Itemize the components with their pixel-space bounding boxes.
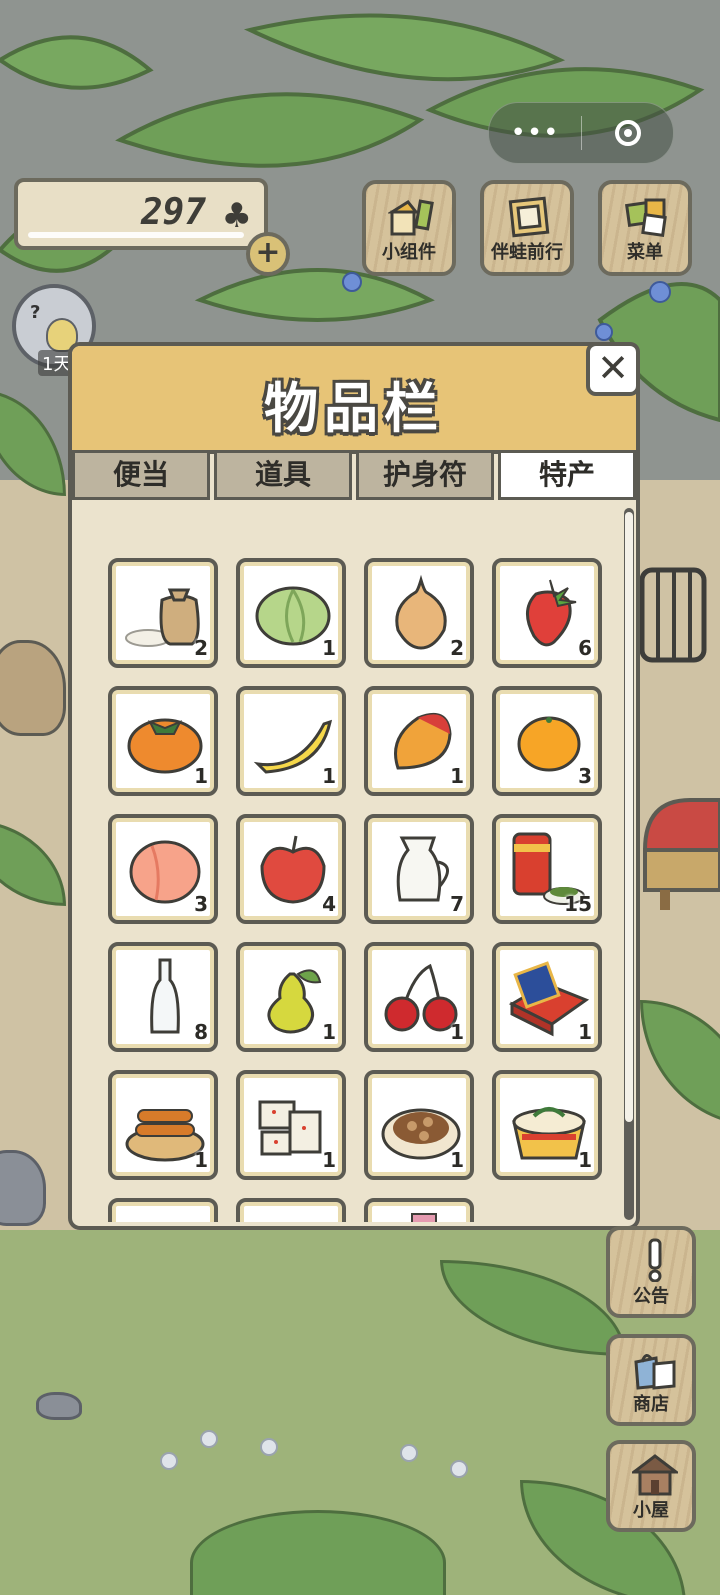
item-quantity: 1: [450, 1148, 464, 1172]
item-slot[interactable]: 2: [364, 558, 474, 668]
item-slot[interactable]: 1: [364, 686, 474, 796]
flower-decoration: [200, 1430, 218, 1448]
house-label: 小屋: [633, 1500, 669, 1521]
house-button[interactable]: 小屋: [606, 1440, 696, 1532]
item-quantity: 1: [578, 1020, 592, 1044]
menu-icon: [625, 198, 667, 237]
inventory-scrollbar[interactable]: [624, 508, 634, 1220]
menu-label: 菜单: [627, 242, 663, 263]
inventory-title: 物品栏: [264, 377, 444, 440]
item-slot[interactable]: [364, 1198, 474, 1222]
clover-icon: ♣: [221, 196, 252, 236]
item-quantity: 1: [322, 636, 336, 660]
notice-button[interactable]: 公告: [606, 1226, 696, 1318]
close-inventory-button[interactable]: ✕: [586, 342, 640, 396]
flower-decoration: [450, 1460, 468, 1478]
item-quantity: 1: [450, 764, 464, 788]
item-quantity: 15: [564, 892, 592, 916]
item-slot[interactable]: 7: [364, 814, 474, 924]
scrollbar-thumb[interactable]: [625, 512, 633, 1122]
shop-button[interactable]: 商店: [606, 1334, 696, 1426]
item-slot[interactable]: 1: [108, 1070, 218, 1180]
item-quantity: 1: [322, 1020, 336, 1044]
rock: [36, 1392, 82, 1420]
inventory-header: 物品栏: [72, 346, 636, 454]
inventory-panel: 物品栏 便当 道具 护身符 特产 2 1 2 6 1 1 1 3 3 4 7 1…: [68, 342, 640, 1230]
item-quantity: 2: [194, 636, 208, 660]
item-slot[interactable]: [108, 1198, 218, 1222]
item-slot[interactable]: 1: [492, 1070, 602, 1180]
tab-bento[interactable]: 便当: [72, 450, 210, 500]
widget-icon: [388, 199, 434, 236]
item-grid: 2 1 2 6 1 1 1 3 3 4 7 15 8 1 1 1 1 1 1 1: [108, 558, 608, 1222]
counter-bar: [28, 232, 244, 238]
item-slot[interactable]: 8: [108, 942, 218, 1052]
exclamation-icon: [648, 1238, 662, 1282]
flower-decoration: [260, 1438, 278, 1456]
widget-button[interactable]: 小组件: [362, 180, 456, 276]
clover-count: 297: [140, 192, 206, 233]
travel-with-frog-button[interactable]: 伴蛙前行: [480, 180, 574, 276]
item-quantity: 1: [194, 764, 208, 788]
item-slot[interactable]: 3: [492, 686, 602, 796]
notice-label: 公告: [633, 1286, 669, 1307]
item-slot[interactable]: 15: [492, 814, 602, 924]
mini-program-capsule: •••: [488, 102, 674, 164]
item-slot[interactable]: 3: [108, 814, 218, 924]
travel-with-frog-label: 伴蛙前行: [491, 242, 563, 263]
shop-bags-icon: [634, 1354, 676, 1390]
widget-label: 小组件: [382, 242, 436, 263]
menu-button[interactable]: 菜单: [598, 180, 692, 276]
more-options-button[interactable]: •••: [489, 103, 581, 163]
target-icon: [614, 120, 641, 146]
item-quantity: 1: [578, 1148, 592, 1172]
clover-counter: 297 ♣: [14, 178, 268, 250]
item-quantity: 7: [450, 892, 464, 916]
house-icon: [632, 1454, 678, 1496]
item-slot[interactable]: 1: [236, 686, 346, 796]
item-quantity: 1: [322, 1148, 336, 1172]
tab-specialties[interactable]: 特产: [498, 450, 636, 500]
item-quantity: 1: [194, 1148, 208, 1172]
item-slot[interactable]: 6: [492, 558, 602, 668]
item-quantity: 1: [322, 764, 336, 788]
item-slot[interactable]: [236, 1198, 346, 1222]
shop-label: 商店: [633, 1394, 669, 1415]
garden-gate: [639, 567, 707, 663]
item-slot[interactable]: 1: [236, 558, 346, 668]
item-slot[interactable]: 1: [364, 1070, 474, 1180]
item-slot[interactable]: 1: [236, 942, 346, 1052]
tab-charms[interactable]: 护身符: [356, 450, 494, 500]
inventory-tabs: 便当 道具 护身符 特产: [72, 450, 636, 500]
item-quantity: 2: [450, 636, 464, 660]
add-clover-button[interactable]: +: [246, 232, 290, 276]
flower-decoration: [400, 1444, 418, 1462]
item-quantity: 8: [194, 1020, 208, 1044]
item-slot[interactable]: 1: [108, 686, 218, 796]
item-slot[interactable]: 1: [236, 1070, 346, 1180]
item-slot[interactable]: 2: [108, 558, 218, 668]
item-slot[interactable]: 4: [236, 814, 346, 924]
item-quantity: 4: [322, 892, 336, 916]
item-quantity: 1: [450, 1020, 464, 1044]
avatar-badge: ?: [30, 302, 41, 323]
close-miniprogram-button[interactable]: [582, 120, 673, 146]
flower-decoration: [160, 1452, 178, 1470]
item-slot[interactable]: 1: [364, 942, 474, 1052]
item-quantity: 3: [194, 892, 208, 916]
item-icon: [411, 1213, 437, 1222]
item-quantity: 6: [578, 636, 592, 660]
frame-icon: [508, 196, 550, 238]
item-slot[interactable]: 1: [492, 942, 602, 1052]
tab-tools[interactable]: 道具: [214, 450, 352, 500]
mailbox: [642, 798, 720, 910]
item-quantity: 3: [578, 764, 592, 788]
